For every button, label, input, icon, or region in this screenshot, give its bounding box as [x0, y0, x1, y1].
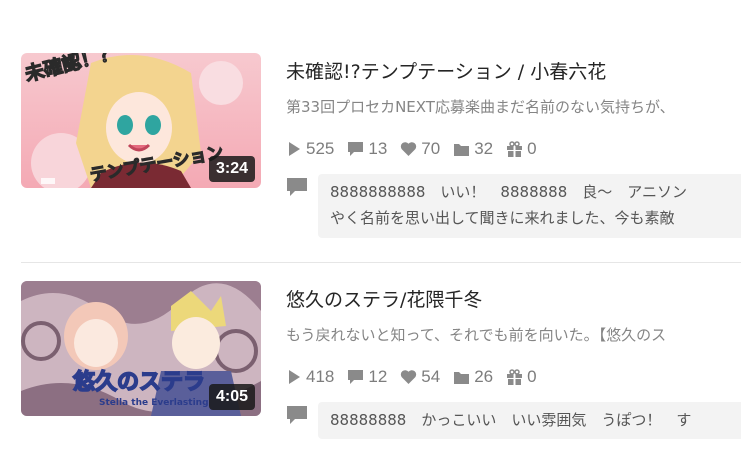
view-count: 418 [286, 367, 334, 387]
comment-icon [348, 370, 364, 384]
video-stats: 525 13 70 32 0 [286, 139, 550, 159]
comment-preview: 8888888888 いい！ 8888888 良～ アニソン やく名前を思い出し… [318, 174, 741, 238]
video-duration: 4:05 [208, 384, 255, 410]
comment-icon [348, 142, 364, 156]
play-icon [289, 142, 300, 156]
like-count: 70 [400, 139, 440, 159]
view-count: 525 [286, 139, 334, 159]
heart-icon [401, 142, 417, 156]
mylist-count: 32 [453, 139, 493, 159]
mylist-count: 26 [453, 367, 493, 387]
comment-preview-icon [287, 406, 307, 424]
video-title[interactable]: 未確認!?テンプテーション / 小春六花 [286, 59, 606, 85]
video-duration: 3:24 [208, 156, 255, 182]
list-divider [21, 262, 741, 263]
thumbnail-title-text: 悠久のステラ [72, 369, 205, 395]
comment-preview: 88888888 かっこいい いい雰囲気 うぽつ！ す [318, 402, 741, 439]
video-thumbnail[interactable]: 未確認！？ テンプテーション 3:24 [21, 53, 261, 188]
folder-icon [454, 143, 470, 156]
comment-preview-line: 8888888888 いい！ 8888888 良～ アニソン [330, 183, 687, 201]
gift-icon [507, 140, 523, 157]
gift-icon [507, 368, 523, 385]
video-stats: 418 12 54 26 0 [286, 367, 550, 387]
folder-icon [454, 371, 470, 384]
like-count: 54 [400, 367, 440, 387]
comment-preview-line: やく名前を思い出して聞きに来れました、今も素敵 [330, 209, 675, 227]
video-title[interactable]: 悠久のステラ/花隈千冬 [286, 287, 482, 313]
comment-count: 12 [347, 367, 387, 387]
video-description: 第33回プロセカNEXT応募楽曲まだ名前のない気持ちが、 [286, 98, 675, 116]
gift-count: 0 [506, 367, 537, 387]
thumbnail-subtitle-text: Stella the Everlasting [99, 398, 209, 408]
comment-count: 13 [347, 139, 387, 159]
heart-icon [401, 370, 417, 384]
gift-count: 0 [506, 139, 537, 159]
play-icon [289, 370, 300, 384]
comment-preview-icon [287, 178, 307, 196]
comment-preview-line: 88888888 かっこいい いい雰囲気 うぽつ！ す [330, 411, 692, 429]
video-description: もう戻れないと知って、それでも前を向いた。【悠久のス [286, 326, 667, 344]
video-thumbnail[interactable]: 悠久のステラ Stella the Everlasting 4:05 [21, 281, 261, 416]
